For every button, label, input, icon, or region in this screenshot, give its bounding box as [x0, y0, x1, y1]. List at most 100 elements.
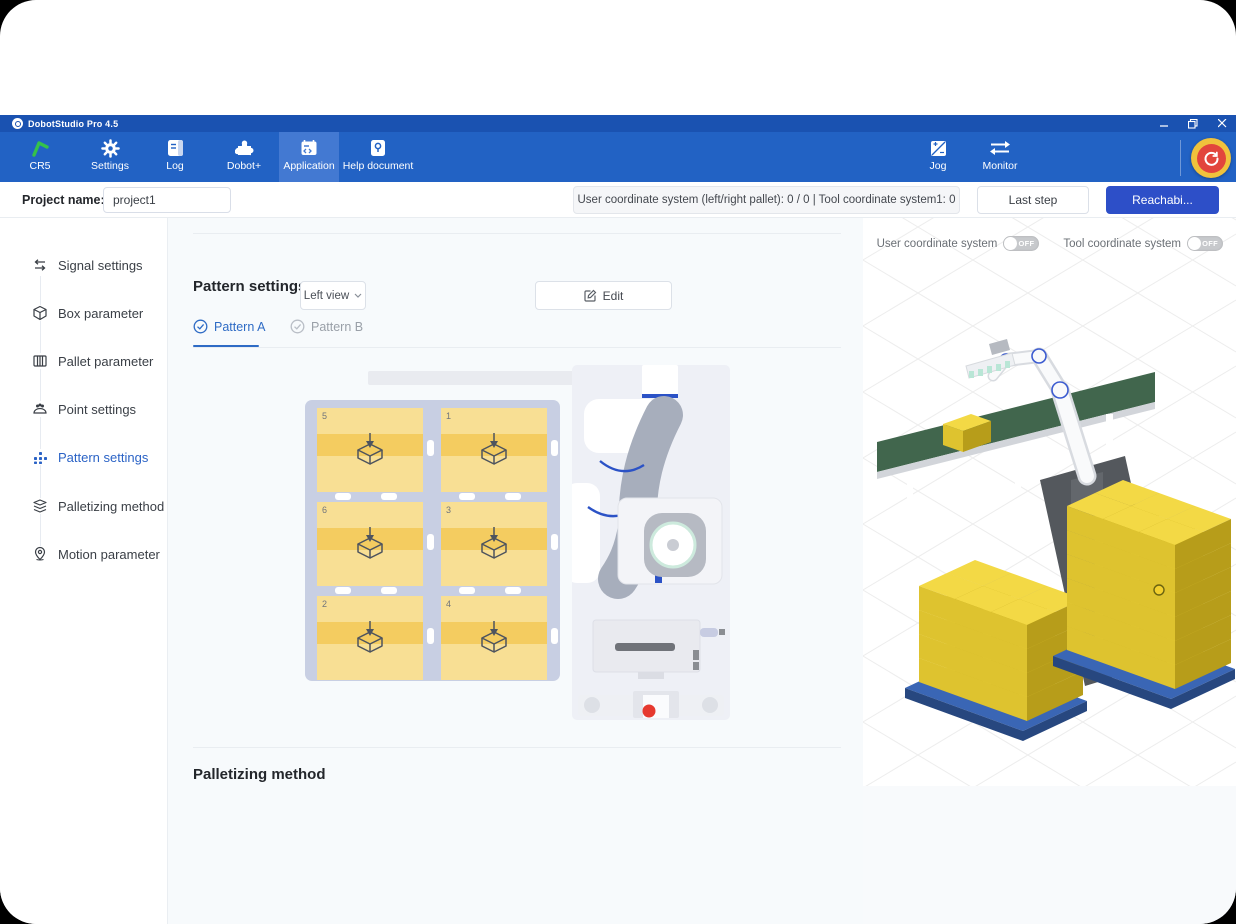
sidebar-item-label: Motion parameter [58, 547, 160, 562]
estop-dot [643, 705, 656, 718]
app-window: DobotStudio Pro 4.5 CR5 [0, 0, 1236, 924]
slot-number: 5 [322, 411, 327, 421]
emergency-stop-button[interactable] [1191, 138, 1231, 178]
slot-notch [335, 587, 351, 594]
slot-notch [381, 493, 397, 500]
check-circle-icon [290, 319, 305, 334]
user-coordinate-toggle-group: User coordinate system OFF [877, 236, 1040, 251]
project-bar: Project name: User coordinate system (le… [0, 182, 1236, 218]
edit-button[interactable]: Edit [535, 281, 672, 310]
tool-coordinate-toggle[interactable]: OFF [1187, 236, 1223, 251]
slot-notch [551, 534, 558, 550]
close-button[interactable] [1216, 118, 1228, 130]
nav-dobot-plus[interactable]: Dobot+ [217, 132, 271, 182]
slot-number: 6 [322, 505, 327, 515]
chevron-down-icon [354, 293, 362, 298]
palletizing-method-title: Palletizing method [193, 766, 326, 783]
pallet-layout[interactable]: 5 1 6 3 [305, 400, 560, 681]
titlebar: DobotStudio Pro 4.5 [0, 115, 1236, 132]
slot-notch [427, 628, 434, 644]
slot-number: 3 [446, 505, 451, 515]
pallet-slot[interactable]: 4 [441, 596, 547, 680]
divider [193, 747, 841, 748]
pallet-slot[interactable]: 2 [317, 596, 423, 680]
coordinate-info-box: User coordinate system (left/right palle… [573, 186, 960, 214]
sidebar-item-palletizing-method[interactable]: Palletizing method [0, 495, 168, 517]
nav-label: Log [166, 160, 184, 172]
sidebar-item-signal-settings[interactable]: Signal settings [0, 254, 168, 276]
slot-number: 4 [446, 599, 451, 609]
nav-settings[interactable]: Settings [86, 132, 134, 182]
minimize-button[interactable] [1158, 118, 1170, 130]
slot-notch [551, 440, 558, 456]
view-select[interactable]: Left view [300, 281, 366, 310]
last-step-button[interactable]: Last step [977, 186, 1089, 214]
toggle-state: OFF [1018, 239, 1034, 248]
jog-icon [930, 138, 947, 158]
place-box-icon [474, 432, 514, 472]
help-document-icon [370, 138, 386, 158]
sidebar-item-pallet-parameter[interactable]: Pallet parameter [0, 350, 168, 372]
tab-pattern-b[interactable]: Pattern B [290, 319, 363, 334]
check-circle-icon [193, 319, 208, 334]
robot-arm-icon [30, 138, 50, 158]
nav-label: Monitor [982, 160, 1017, 172]
pin-icon [32, 546, 48, 562]
nav-label: Help document [343, 160, 414, 172]
nav-application[interactable]: Application [279, 132, 339, 182]
window-title: DobotStudio Pro 4.5 [28, 119, 118, 129]
pallet-slot[interactable]: 6 [317, 502, 423, 586]
toggle-label: User coordinate system [877, 238, 998, 250]
slot-notch [551, 628, 558, 644]
slot-notch [335, 493, 351, 500]
slot-notch [427, 440, 434, 456]
point-icon [32, 401, 48, 417]
sidebar-item-motion-parameter[interactable]: Motion parameter [0, 543, 168, 565]
dobot-logo-icon [12, 118, 23, 129]
toggle-label: Tool coordinate system [1063, 238, 1181, 250]
place-box-icon [474, 620, 514, 660]
sidebar-item-box-parameter[interactable]: Box parameter [0, 302, 168, 324]
nav-log[interactable]: Log [153, 132, 197, 182]
project-name-input[interactable] [103, 187, 231, 213]
nav-cr5[interactable]: CR5 [16, 132, 64, 182]
gear-icon [101, 138, 120, 158]
toggle-knob [1004, 237, 1017, 250]
nav-label: Jog [930, 160, 947, 172]
slot-notch [381, 587, 397, 594]
place-box-icon [350, 620, 390, 660]
sidebar-item-point-settings[interactable]: Point settings [0, 398, 168, 420]
pallet-slot[interactable]: 5 [317, 408, 423, 492]
nav-label: CR5 [29, 160, 50, 172]
sidebar: Signal settings Box parameter Pallet par… [0, 218, 168, 924]
viewport-footer-strip [863, 786, 1236, 924]
toolbar: CR5 Settings [0, 132, 1236, 182]
reachability-button[interactable]: Reachabi... [1106, 186, 1219, 214]
toggle-state: OFF [1202, 239, 1218, 248]
place-box-icon [474, 526, 514, 566]
nav-label: Dobot+ [227, 160, 261, 172]
user-coordinate-toggle[interactable]: OFF [1003, 236, 1039, 251]
pallet-slot[interactable]: 1 [441, 408, 547, 492]
tab-pattern-a[interactable]: Pattern A [193, 319, 265, 334]
nav-jog[interactable]: Jog [918, 132, 958, 182]
sidebar-item-label: Point settings [58, 402, 136, 417]
log-book-icon [167, 138, 184, 158]
tool-coordinate-toggle-group: Tool coordinate system OFF [1063, 236, 1223, 251]
toggle-knob [1188, 237, 1201, 250]
sidebar-item-label: Pattern settings [58, 450, 148, 465]
nav-help-document[interactable]: Help document [341, 132, 415, 182]
pallet-slot[interactable]: 3 [441, 502, 547, 586]
restore-button[interactable] [1187, 118, 1199, 130]
viewport-3d[interactable]: User coordinate system OFF Tool coordina… [863, 218, 1236, 786]
pallet-icon [32, 353, 48, 369]
main-area: Signal settings Box parameter Pallet par… [0, 218, 1236, 924]
divider [193, 347, 841, 348]
view-select-value: Left view [304, 290, 349, 302]
sidebar-item-pattern-settings[interactable]: Pattern settings [0, 446, 168, 468]
slot-notch [505, 493, 521, 500]
puzzle-icon [235, 138, 254, 158]
divider [193, 233, 841, 234]
nav-monitor[interactable]: Monitor [976, 132, 1024, 182]
monitor-arrows-icon [989, 138, 1011, 158]
